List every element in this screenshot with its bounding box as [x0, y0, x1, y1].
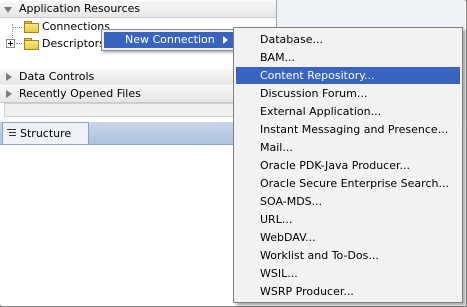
submenu-arrow-icon: [223, 36, 228, 44]
menu-item-soa-mds[interactable]: SOA-MDS...: [236, 193, 460, 210]
menu-item-oracle-pdk-java-producer[interactable]: Oracle PDK-Java Producer...: [236, 157, 460, 174]
expand-plus-icon[interactable]: [6, 39, 15, 48]
tab-structure[interactable]: Structure: [2, 122, 89, 144]
menu-item-url[interactable]: URL...: [236, 211, 460, 228]
menu-item-label: SOA-MDS...: [260, 195, 323, 208]
connections-label: Connections: [42, 20, 110, 33]
menu-item-external-application[interactable]: External Application...: [236, 103, 460, 120]
menu-item-label: Oracle Secure Enterprise Search...: [260, 177, 449, 190]
menu-item-label: Instant Messaging and Presence...: [260, 123, 449, 136]
menu-item-mail[interactable]: Mail...: [236, 139, 460, 156]
collapse-triangle-icon[interactable]: [4, 7, 12, 13]
menu-item-label: Worklist and To-Dos...: [260, 249, 379, 262]
descriptors-label: Descriptors: [42, 37, 105, 50]
menu-item-label: WebDAV...: [260, 231, 316, 244]
new-connection-label: New Connection: [125, 33, 215, 46]
menu-item-content-repository[interactable]: Content Repository...: [236, 67, 460, 84]
menu-item-wsrp-producer[interactable]: WSRP Producer...: [236, 283, 460, 300]
application-resources-label: Application Resources: [19, 2, 141, 15]
menu-item-database[interactable]: Database...: [236, 31, 460, 48]
menu-item-label: Discussion Forum...: [260, 87, 368, 100]
menu-item-label: Mail...: [260, 141, 293, 154]
expand-triangle-icon[interactable]: [6, 90, 12, 98]
menu-item-bam[interactable]: BAM...: [236, 49, 460, 66]
menu-item-discussion-forum[interactable]: Discussion Forum...: [236, 85, 460, 102]
application-resources-header[interactable]: Application Resources: [0, 0, 276, 18]
context-menu: New Connection: [101, 29, 238, 51]
menu-item-new-connection[interactable]: New Connection: [104, 32, 235, 48]
recently-opened-label: Recently Opened Files: [19, 87, 141, 100]
menu-item-worklist-and-todos[interactable]: Worklist and To-Dos...: [236, 247, 460, 264]
menu-item-oracle-secure-enterprise-search[interactable]: Oracle Secure Enterprise Search...: [236, 175, 460, 192]
tree-item-descriptors[interactable]: Descriptors: [20, 36, 110, 52]
menu-item-label: URL...: [260, 213, 293, 226]
menu-item-label: External Application...: [260, 105, 382, 118]
structure-icon: [7, 129, 16, 138]
folder-icon: [24, 21, 39, 33]
expand-triangle-icon[interactable]: [6, 73, 12, 81]
menu-item-label: Oracle PDK-Java Producer...: [260, 159, 410, 172]
menu-item-label: WSRP Producer...: [260, 285, 354, 298]
tree-item-connections[interactable]: Connections: [20, 19, 110, 35]
data-controls-label: Data Controls: [19, 70, 95, 83]
menu-item-label: Database...: [260, 33, 323, 46]
folder-icon: [24, 38, 39, 50]
menu-item-label: WSIL...: [260, 267, 298, 280]
new-connection-submenu: Database... BAM... Content Repository...…: [233, 27, 463, 303]
menu-item-label: Content Repository...: [260, 69, 375, 82]
menu-item-instant-messaging[interactable]: Instant Messaging and Presence...: [236, 121, 460, 138]
menu-item-wsil[interactable]: WSIL...: [236, 265, 460, 282]
structure-tab-label: Structure: [20, 127, 72, 140]
menu-item-label: BAM...: [260, 51, 296, 64]
menu-item-webdav[interactable]: WebDAV...: [236, 229, 460, 246]
